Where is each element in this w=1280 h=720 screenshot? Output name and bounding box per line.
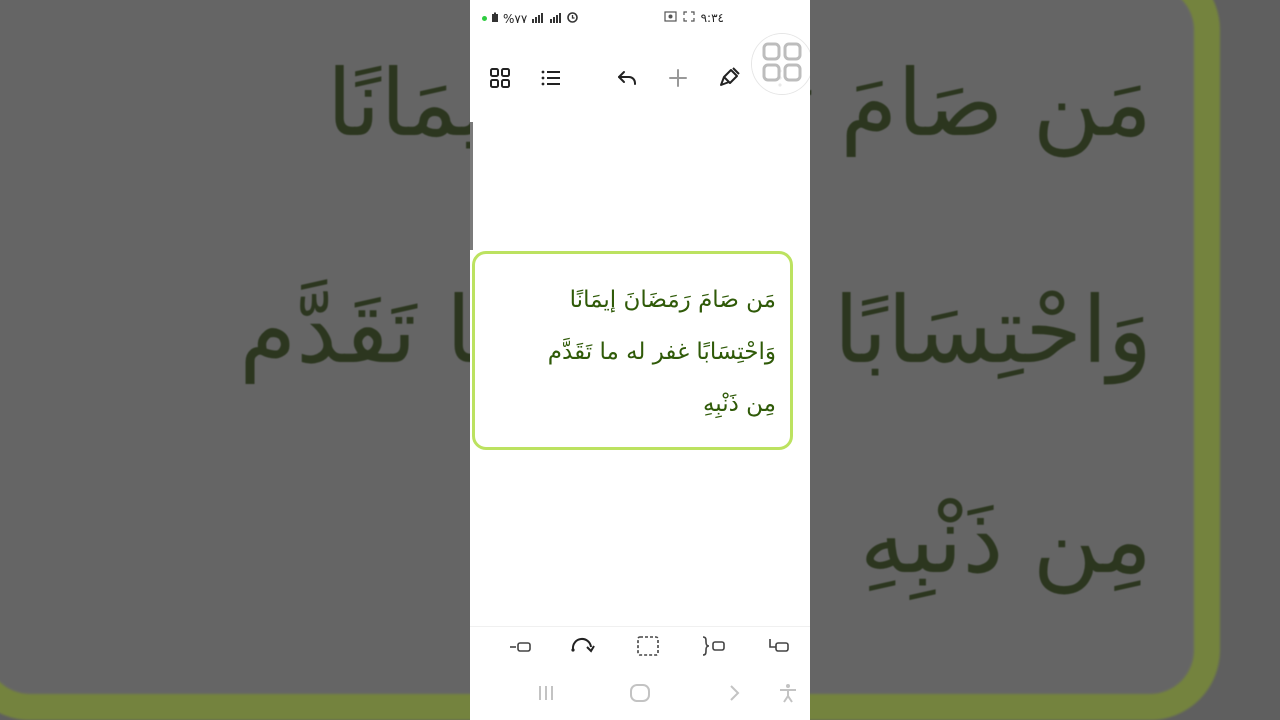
phone-screen: %٧٧ ٩:٣٤ مَن صَامَ رَمَضَانَ إيمَانًا وَ… [470, 0, 810, 720]
recents-icon [536, 683, 556, 707]
status-left: %٧٧ [482, 11, 579, 26]
connector-left-button[interactable] [505, 633, 535, 663]
select-box-icon [636, 635, 660, 661]
bracket-icon [700, 635, 726, 661]
screen-record-icon [664, 11, 677, 25]
add-button[interactable] [660, 62, 696, 98]
text-card[interactable]: مَن صَامَ رَمَضَانَ إيمَانًا وَاحْتِسَاب… [472, 251, 793, 450]
signal-icon-1 [531, 12, 545, 26]
alarm-icon [567, 11, 579, 26]
apps-grid-icon [761, 41, 803, 87]
bottom-toolbar [470, 626, 810, 663]
back-button[interactable] [722, 682, 748, 708]
signal-icon-2 [549, 12, 563, 26]
clock-time: ٩:٣٤ [700, 11, 724, 25]
background-shade-left [0, 0, 470, 720]
redo-curve-icon [570, 637, 596, 659]
system-navbar [470, 678, 810, 714]
battery-percent: %٧٧ [503, 11, 528, 26]
grid-icon [488, 66, 512, 94]
accessibility-icon [778, 682, 798, 708]
card-text-line-1: مَن صَامَ رَمَضَانَ إيمَانًا [569, 287, 776, 313]
floating-apps-button[interactable] [752, 34, 810, 94]
format-painter-button[interactable] [711, 62, 747, 98]
status-right: ٩:٣٤ [664, 11, 724, 25]
home-icon [629, 683, 651, 707]
pen-icon [717, 66, 741, 94]
bracket-button[interactable] [698, 633, 728, 663]
card-text-line-3: مِن ذَنْبِهِ [702, 391, 776, 417]
list-icon [539, 66, 563, 94]
redo-curve-button[interactable] [568, 633, 598, 663]
undo-button[interactable] [609, 62, 645, 98]
privacy-dot-icon [482, 16, 487, 21]
connector-right-icon [766, 637, 790, 659]
home-button[interactable] [627, 682, 653, 708]
plus-icon [666, 66, 690, 94]
expand-icon [683, 11, 695, 25]
canvas-edge [470, 122, 473, 250]
recents-button[interactable] [533, 682, 559, 708]
background-shade-right [810, 0, 1280, 720]
connector-left-icon [508, 639, 532, 658]
back-icon [728, 683, 742, 707]
accessibility-button[interactable] [775, 682, 801, 708]
card-text-line-2: وَاحْتِسَابًا غفر له ما تَقَدَّم [547, 339, 776, 365]
status-bar: %٧٧ ٩:٣٤ [470, 8, 810, 30]
grid-view-button[interactable] [482, 62, 518, 98]
battery-icon [491, 12, 499, 26]
undo-icon [615, 66, 639, 94]
list-view-button[interactable] [533, 62, 569, 98]
select-box-button[interactable] [633, 633, 663, 663]
connector-right-button[interactable] [763, 633, 793, 663]
